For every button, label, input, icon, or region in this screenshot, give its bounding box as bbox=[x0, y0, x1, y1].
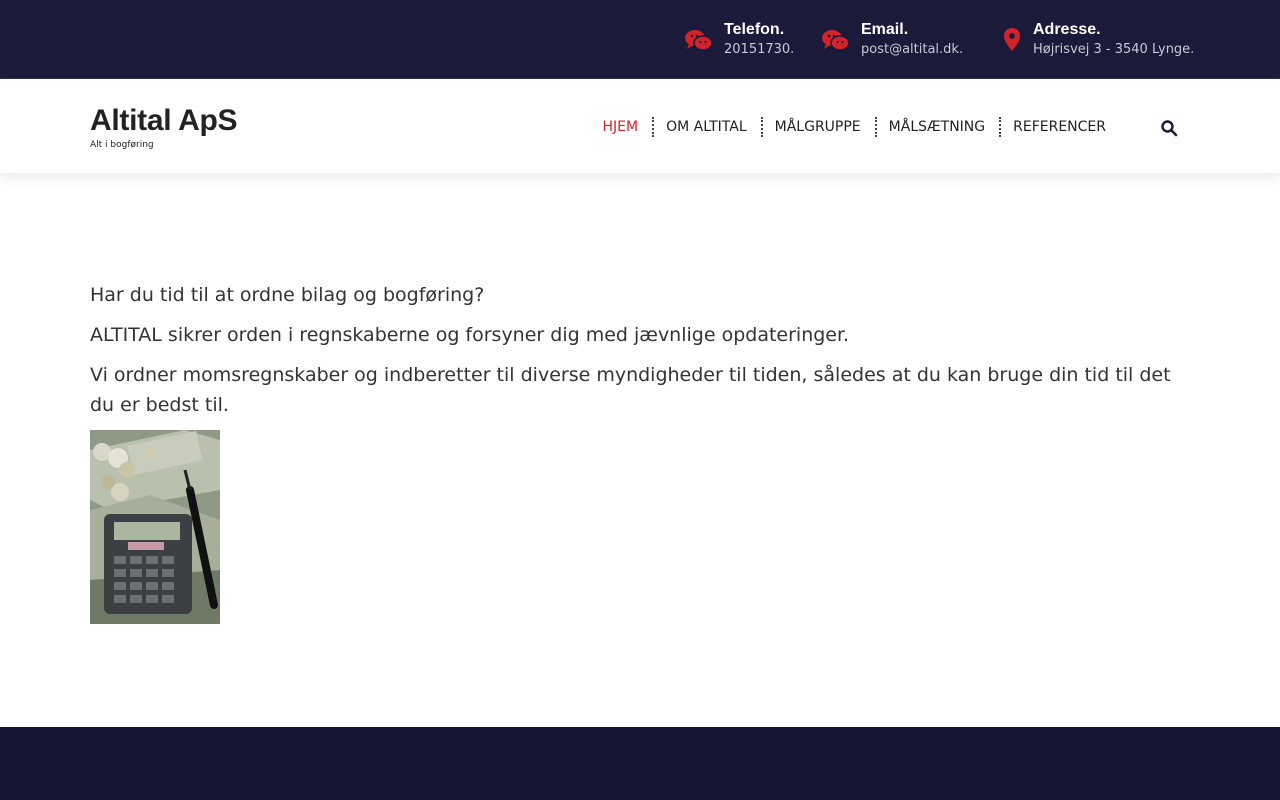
site-logo[interactable]: Altital ApS Alt i bogføring bbox=[90, 105, 238, 151]
email-label: Email. bbox=[861, 21, 909, 38]
nav-item-malgruppe[interactable]: MÅLGRUPPE bbox=[760, 117, 875, 137]
nav-item-om-altital[interactable]: OM ALTITAL bbox=[652, 117, 761, 137]
calculator-money-photo bbox=[90, 430, 220, 624]
email-info: Email. post@altital.dk. bbox=[821, 20, 963, 59]
address-label: Adresse. bbox=[1033, 21, 1101, 38]
site-title[interactable]: Altital ApS bbox=[90, 105, 238, 137]
address-info: Adresse. Højrisvej 3 - 3540 Lynge. bbox=[1001, 20, 1194, 59]
address-value: Højrisvej 3 - 3540 Lynge. bbox=[1033, 42, 1195, 57]
nav-item-hjem[interactable]: HJEM bbox=[589, 117, 653, 137]
phone-info: Telefon. 20151730. bbox=[684, 20, 794, 59]
phone-value[interactable]: 20151730. bbox=[724, 41, 794, 59]
chat-bubbles-icon bbox=[685, 30, 713, 51]
intro-paragraph-3: Vi ordner momsregnskaber og indberetter … bbox=[90, 364, 1171, 416]
intro-paragraph-2: ALTITAL sikrer orden i regnskaberne og f… bbox=[90, 324, 850, 346]
nav-item-referencer[interactable]: REFERENCER bbox=[999, 117, 1120, 137]
nav-item-malsaetning[interactable]: MÅLSÆTNING bbox=[874, 117, 999, 137]
site-footer bbox=[0, 727, 1280, 800]
site-header: Altital ApS Alt i bogføring HJEM OM ALTI… bbox=[0, 78, 1280, 173]
chat-bubbles-icon bbox=[822, 30, 850, 51]
main-content: Har du tid til at ordne bilag og bogføri… bbox=[90, 280, 1190, 430]
phone-label: Telefon. bbox=[724, 21, 785, 38]
email-value[interactable]: post@altital.dk. bbox=[861, 41, 963, 59]
search-icon[interactable] bbox=[1160, 119, 1178, 137]
top-info-bar: Telefon. 20151730. Email. post@altital.d… bbox=[0, 0, 1280, 78]
main-nav: HJEM OM ALTITAL MÅLGRUPPE MÅLSÆTNING REF… bbox=[589, 117, 1120, 137]
intro-paragraph-1: Har du tid til at ordne bilag og bogføri… bbox=[90, 284, 485, 306]
map-pin-icon bbox=[1004, 28, 1020, 51]
site-tagline: Alt i bogføring bbox=[90, 140, 154, 150]
